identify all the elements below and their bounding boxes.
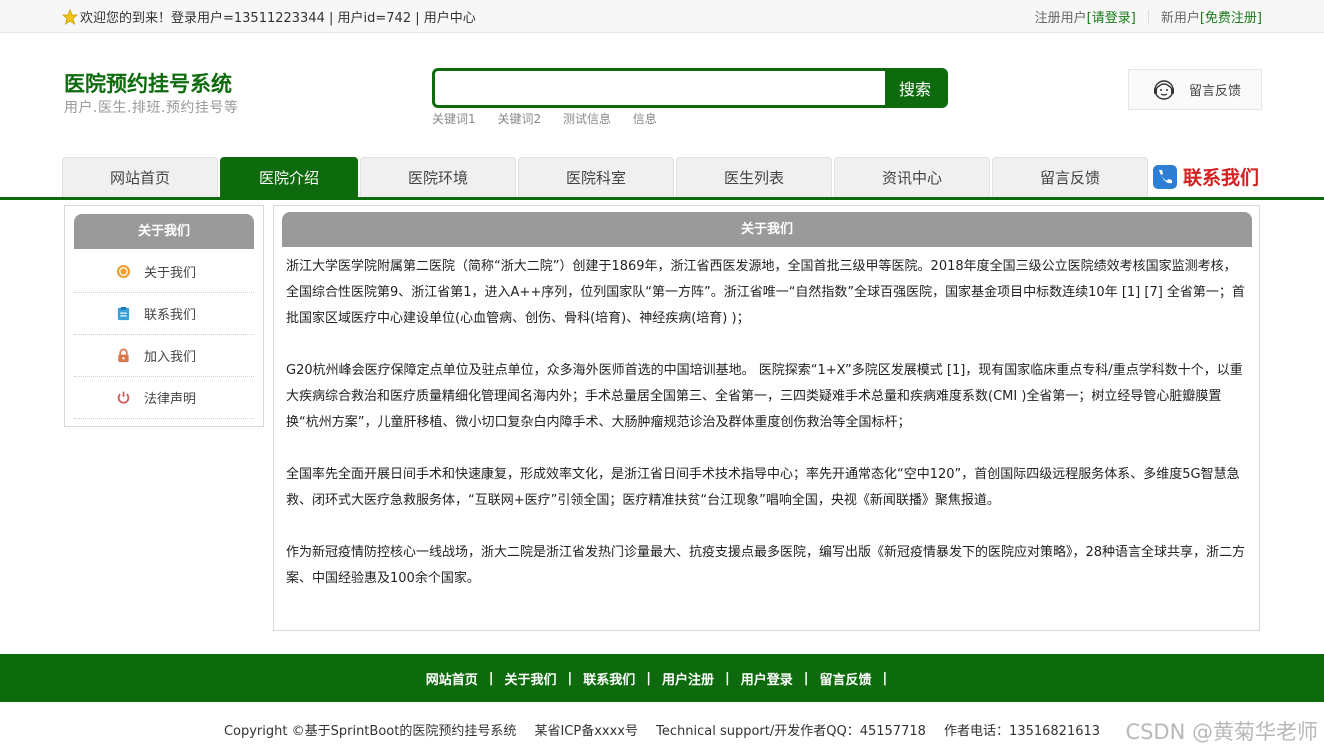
sidebar-item-label: 关于我们 bbox=[144, 266, 197, 281]
footer-link-login[interactable]: 用户登录 bbox=[741, 669, 793, 688]
sidebar-list: 关于我们 联系我们 加入我们 法律声明 bbox=[74, 251, 254, 419]
search-button[interactable]: 搜索 bbox=[885, 71, 945, 105]
keyword-link[interactable]: 关键词1 bbox=[432, 112, 476, 126]
topbar-divider bbox=[1147, 9, 1149, 24]
sidebar-item-about-us[interactable]: 关于我们 bbox=[74, 251, 254, 293]
phone-text: 作者电话：13516821613 bbox=[944, 724, 1101, 739]
new-user-label: 新用户 bbox=[1160, 11, 1200, 26]
sidebar-item-contact-us[interactable]: 联系我们 bbox=[74, 293, 254, 335]
footer-link-register[interactable]: 用户注册 bbox=[662, 669, 714, 688]
coin-icon bbox=[116, 264, 131, 279]
hot-keywords: 关键词1 关键词2 测试信息 信息 bbox=[432, 110, 675, 127]
sidebar-title: 关于我们 bbox=[74, 214, 254, 249]
search-input[interactable] bbox=[435, 71, 885, 105]
search-box: 搜索 bbox=[432, 68, 948, 108]
footer-separator: | bbox=[488, 670, 494, 686]
keyword-link[interactable]: 信息 bbox=[633, 112, 657, 126]
content-paragraph: 浙江大学医学院附属第二医院（简称“浙大二院”）创建于1869年，浙江省西医发源地… bbox=[286, 259, 1245, 326]
welcome-text[interactable]: 欢迎您的到来！登录用户=13511223344 | 用户id=742 | 用户中… bbox=[80, 7, 476, 26]
footer-link-feedback[interactable]: 留言反馈 bbox=[820, 669, 872, 688]
phone-icon bbox=[1153, 164, 1177, 189]
footer-separator: | bbox=[803, 670, 809, 686]
nav-item-departments[interactable]: 医院科室 bbox=[518, 157, 674, 197]
customer-service-icon bbox=[1154, 79, 1174, 100]
footer-separator: | bbox=[725, 670, 730, 686]
top-bar: 欢迎您的到来！登录用户=13511223344 | 用户id=742 | 用户中… bbox=[0, 0, 1324, 33]
sidebar-item-label: 加入我们 bbox=[144, 350, 197, 365]
account-links: 注册用户 [请登录] 新用户 [免费注册] bbox=[1035, 7, 1262, 26]
register-link[interactable]: [免费注册] bbox=[1200, 7, 1262, 26]
footer-separator: | bbox=[646, 670, 651, 686]
copyright-text: Copyright ©基于SprintBoot的医院预约挂号系统 bbox=[223, 724, 517, 739]
content-paragraph: 全国率先全面开展日间手术和快速康复，形成效率文化，是浙江省日间手术技术指导中心；… bbox=[286, 467, 1240, 508]
watermark: CSDN @黄菊华老师 bbox=[1125, 720, 1318, 744]
nav-item-environment[interactable]: 医院环境 bbox=[360, 157, 516, 197]
sidebar-item-label: 法律声明 bbox=[144, 392, 197, 407]
footer-separator: | bbox=[882, 670, 888, 686]
sidebar-item-legal[interactable]: 法律声明 bbox=[74, 377, 254, 419]
content-title: 关于我们 bbox=[282, 212, 1252, 247]
sidebar-item-join-us[interactable]: 加入我们 bbox=[74, 335, 254, 377]
main-nav: 网站首页 医院介绍 医院环境 医院科室 医生列表 资讯中心 留言反馈 bbox=[62, 157, 1150, 197]
site-subtitle: 用户.医生.排班.预约挂号等 bbox=[64, 100, 239, 116]
login-link[interactable]: [请登录] bbox=[1087, 7, 1136, 26]
content-paragraph: G20杭州峰会医疗保障定点单位及驻点单位，众多海外医师首选的中国培训基地。 医院… bbox=[286, 363, 1243, 430]
icp-text: 某省ICP备xxxx号 bbox=[534, 724, 638, 739]
footer-link-home[interactable]: 网站首页 bbox=[426, 669, 478, 688]
keyword-link[interactable]: 测试信息 bbox=[563, 112, 611, 126]
clipboard-icon bbox=[117, 306, 130, 321]
nav-item-hospital-intro[interactable]: 医院介绍 bbox=[220, 157, 358, 197]
footer-separator: | bbox=[567, 670, 573, 686]
nav-item-home[interactable]: 网站首页 bbox=[62, 157, 218, 197]
support-text: Technical support/开发作者QQ：45157718 bbox=[656, 724, 926, 739]
content-body: 浙江大学医学院附属第二医院（简称“浙大二院”）创建于1869年，浙江省西医发源地… bbox=[286, 254, 1248, 618]
power-icon bbox=[117, 391, 130, 404]
lock-icon bbox=[118, 348, 129, 363]
star-icon bbox=[62, 8, 78, 25]
sidebar-item-label: 联系我们 bbox=[144, 308, 197, 323]
sidebar: 关于我们 关于我们 联系我们 加入我们 法律声明 bbox=[64, 205, 264, 427]
footer-nav: 网站首页 | 关于我们 | 联系我们 | 用户注册 | 用户登录 | 留言反馈 … bbox=[0, 654, 1324, 702]
site-title: 医院预约挂号系统 bbox=[64, 72, 232, 96]
nav-item-news[interactable]: 资讯中心 bbox=[834, 157, 990, 197]
nav-item-feedback[interactable]: 留言反馈 bbox=[992, 157, 1148, 197]
feedback-button[interactable]: 留言反馈 bbox=[1128, 69, 1262, 110]
footer-link-contact[interactable]: 联系我们 bbox=[583, 669, 635, 688]
contact-us-label: 联系我们 bbox=[1183, 167, 1260, 189]
nav-underline bbox=[0, 197, 1324, 200]
content-paragraph: 作为新冠疫情防控核心一线战场，浙大二院是浙江省发热门诊量最大、抗疫支援点最多医院… bbox=[286, 545, 1246, 586]
nav-item-doctors[interactable]: 医生列表 bbox=[676, 157, 832, 197]
contact-us-link[interactable]: 联系我们 bbox=[1152, 163, 1259, 190]
keyword-link[interactable]: 关键词2 bbox=[497, 112, 541, 126]
registered-user-label: 注册用户 bbox=[1034, 11, 1087, 26]
footer-link-about[interactable]: 关于我们 bbox=[504, 669, 556, 688]
feedback-label: 留言反馈 bbox=[1189, 84, 1242, 99]
content-panel: 关于我们 浙江大学医学院附属第二医院（简称“浙大二院”）创建于1869年，浙江省… bbox=[273, 205, 1260, 631]
welcome-area: 欢迎您的到来！登录用户=13511223344 | 用户id=742 | 用户中… bbox=[62, 7, 476, 26]
